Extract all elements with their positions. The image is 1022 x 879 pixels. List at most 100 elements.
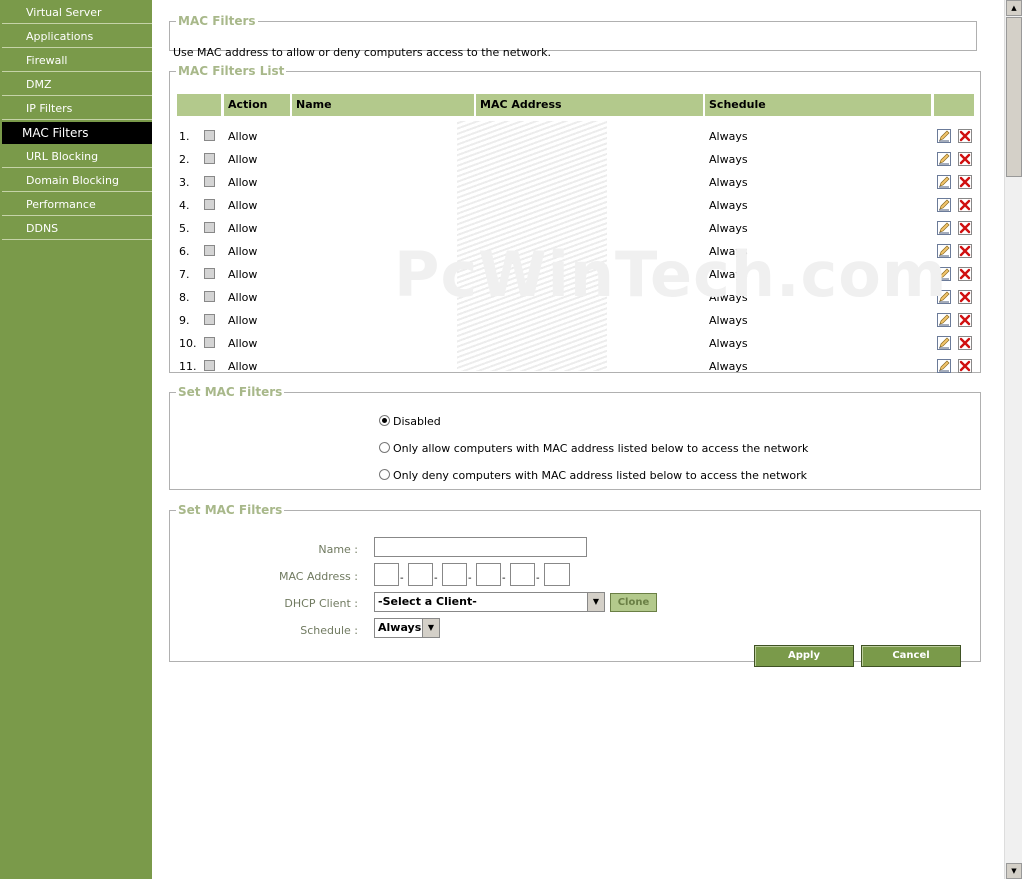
mac-input-3[interactable] — [442, 563, 467, 586]
sidebar-item-performance[interactable]: Performance — [2, 194, 152, 216]
mac-input-2[interactable] — [408, 563, 433, 586]
delete-icon[interactable] — [958, 152, 972, 166]
row-enable-checkbox[interactable] — [204, 337, 215, 348]
row-schedule: Always — [709, 268, 748, 281]
row-action: Allow — [228, 291, 258, 304]
scroll-up-icon[interactable]: ▲ — [1006, 0, 1022, 16]
sidebar-item-dmz[interactable]: DMZ — [2, 74, 152, 96]
schedule-selected-value: Always — [378, 621, 422, 634]
mode-option-allow[interactable]: Only allow computers with MAC address li… — [379, 441, 808, 457]
sidebar-item-ip-filters[interactable]: IP Filters — [2, 98, 152, 120]
row-action: Allow — [228, 176, 258, 189]
scroll-down-icon[interactable]: ▼ — [1006, 863, 1022, 879]
row-enable-checkbox[interactable] — [204, 314, 215, 325]
delete-icon[interactable] — [958, 290, 972, 304]
edit-icon[interactable] — [937, 129, 951, 143]
mode-option-disabled[interactable]: Disabled — [379, 414, 441, 430]
form-legend: Set MAC Filters — [178, 503, 283, 517]
sidebar-item-mac-filters[interactable]: MAC Filters — [2, 122, 152, 144]
mac-input-5[interactable] — [510, 563, 535, 586]
delete-icon[interactable] — [958, 244, 972, 258]
mac-separator: - — [502, 573, 506, 584]
intro-description: Use MAC address to allow or deny compute… — [173, 46, 551, 59]
row-enable-checkbox[interactable] — [204, 245, 215, 256]
delete-icon[interactable] — [958, 221, 972, 235]
name-input[interactable] — [374, 537, 587, 557]
row-action: Allow — [228, 337, 258, 350]
edit-icon[interactable] — [937, 198, 951, 212]
sidebar-item-applications[interactable]: Applications — [2, 26, 152, 48]
schedule-label: Schedule : — [300, 624, 358, 637]
row-enable-checkbox[interactable] — [204, 176, 215, 187]
header-action: Action — [224, 94, 290, 116]
mode-option-label: Disabled — [393, 415, 441, 428]
mac-redaction — [457, 121, 607, 371]
mode-option-label: Only deny computers with MAC address lis… — [393, 469, 807, 482]
header-num — [177, 94, 221, 116]
cancel-button[interactable]: Cancel — [861, 645, 961, 667]
sidebar-nav: Virtual Server Applications Firewall DMZ… — [0, 0, 152, 879]
delete-icon[interactable] — [958, 313, 972, 327]
row-enable-checkbox[interactable] — [204, 153, 215, 164]
delete-icon[interactable] — [958, 359, 972, 373]
edit-icon[interactable] — [937, 336, 951, 350]
radio-disabled[interactable] — [379, 415, 390, 426]
mac-input-6[interactable] — [544, 563, 570, 586]
clone-button[interactable]: Clone — [610, 593, 657, 612]
edit-icon[interactable] — [937, 359, 951, 373]
row-enable-checkbox[interactable] — [204, 360, 215, 371]
row-enable-checkbox[interactable] — [204, 130, 215, 141]
mac-separator: - — [536, 573, 540, 584]
edit-icon[interactable] — [937, 290, 951, 304]
scrollbar-thumb[interactable] — [1006, 17, 1022, 177]
row-action: Allow — [228, 130, 258, 143]
chevron-down-icon[interactable]: ▼ — [422, 619, 439, 637]
apply-button[interactable]: Apply — [754, 645, 854, 667]
delete-icon[interactable] — [958, 336, 972, 350]
mac-entry-section: Set MAC Filters Name : MAC Address : - -… — [169, 503, 981, 667]
mac-input-4[interactable] — [476, 563, 501, 586]
row-schedule: Always — [709, 291, 748, 304]
delete-icon[interactable] — [958, 129, 972, 143]
row-enable-checkbox[interactable] — [204, 268, 215, 279]
sidebar-item-firewall[interactable]: Firewall — [2, 50, 152, 72]
radio-deny[interactable] — [379, 469, 390, 480]
list-legend: MAC Filters List — [178, 64, 285, 78]
row-enable-checkbox[interactable] — [204, 291, 215, 302]
edit-icon[interactable] — [937, 244, 951, 258]
dhcp-client-select[interactable]: -Select a Client- ▼ — [374, 592, 605, 612]
edit-icon[interactable] — [937, 175, 951, 189]
chevron-down-icon[interactable]: ▼ — [587, 593, 604, 611]
delete-icon[interactable] — [958, 175, 972, 189]
mac-input-1[interactable] — [374, 563, 399, 586]
intro-section: MAC Filters Use MAC address to allow or … — [169, 14, 977, 59]
mac-filters-list-section: MAC Filters List Action Name MAC Address… — [169, 64, 981, 373]
row-schedule: Always — [709, 222, 748, 235]
mode-legend: Set MAC Filters — [178, 385, 283, 399]
row-number: 1. — [179, 130, 190, 143]
edit-icon[interactable] — [937, 267, 951, 281]
header-mac: MAC Address — [476, 94, 703, 116]
sidebar-item-domain-blocking[interactable]: Domain Blocking — [2, 170, 152, 192]
edit-icon[interactable] — [937, 313, 951, 327]
row-action: Allow — [228, 360, 258, 373]
schedule-select[interactable]: Always ▼ — [374, 618, 440, 638]
vertical-scrollbar[interactable]: ▲ ▼ — [1004, 0, 1022, 879]
sidebar-item-ddns[interactable]: DDNS — [2, 218, 152, 240]
row-number: 6. — [179, 245, 190, 258]
row-enable-checkbox[interactable] — [204, 222, 215, 233]
radio-allow[interactable] — [379, 442, 390, 453]
delete-icon[interactable] — [958, 198, 972, 212]
mode-option-deny[interactable]: Only deny computers with MAC address lis… — [379, 468, 807, 484]
edit-icon[interactable] — [937, 221, 951, 235]
mac-separator: - — [434, 573, 438, 584]
row-number: 9. — [179, 314, 190, 327]
delete-icon[interactable] — [958, 267, 972, 281]
sidebar-item-virtual-server[interactable]: Virtual Server — [2, 2, 152, 24]
edit-icon[interactable] — [937, 152, 951, 166]
row-number: 7. — [179, 268, 190, 281]
row-number: 4. — [179, 199, 190, 212]
sidebar-item-url-blocking[interactable]: URL Blocking — [2, 146, 152, 168]
row-number: 2. — [179, 153, 190, 166]
row-enable-checkbox[interactable] — [204, 199, 215, 210]
